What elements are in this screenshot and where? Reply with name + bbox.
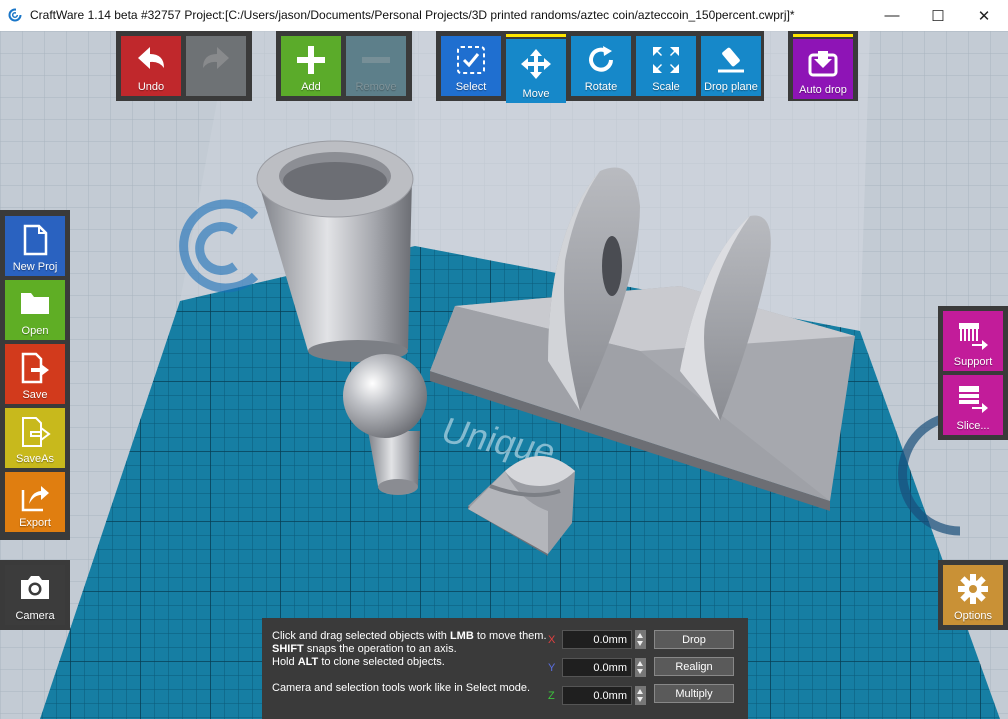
object-toolbar: Add Remove: [276, 31, 412, 101]
drop-plane-icon: [718, 47, 744, 73]
move-tool-panel: Click and drag selected objects with LMB…: [262, 618, 748, 719]
y-spinner[interactable]: [635, 658, 646, 677]
slice-button[interactable]: Slice...: [943, 375, 1003, 435]
open-button[interactable]: Open: [5, 280, 65, 340]
y-offset-field[interactable]: 0.0mm: [562, 658, 632, 677]
select-tool-button[interactable]: Select: [441, 36, 501, 96]
y-axis-label: Y: [548, 662, 556, 674]
rotate-icon: [589, 46, 613, 72]
drop-plane-tool-button[interactable]: Drop plane: [701, 36, 761, 96]
export-icon: [21, 486, 49, 512]
folder-icon: [21, 293, 49, 314]
maximize-icon: ☐: [931, 7, 945, 25]
camera-panel: Camera: [0, 560, 70, 630]
z-spinner[interactable]: [635, 686, 646, 705]
select-icon: [457, 46, 485, 74]
scale-tool-button[interactable]: Scale: [636, 36, 696, 96]
auto-drop-button[interactable]: Auto drop: [793, 39, 853, 99]
auto-drop-indicator: [793, 34, 853, 37]
close-button[interactable]: ✕: [961, 0, 1007, 31]
z-offset-field[interactable]: 0.0mm: [562, 686, 632, 705]
slice-icon: [959, 386, 988, 413]
plus-icon: [297, 46, 325, 74]
new-document-icon: [23, 224, 48, 256]
x-spinner[interactable]: [635, 630, 646, 649]
auto-drop-icon: [808, 51, 838, 77]
z-axis-label: Z: [548, 690, 555, 702]
options-panel: Options: [938, 560, 1008, 630]
process-sidebar: Support Slice...: [938, 306, 1008, 440]
redo-arrow-icon: [203, 47, 229, 69]
hint-line-4: Camera and selection tools work like in …: [272, 682, 531, 694]
maximize-button[interactable]: ☐: [915, 0, 961, 31]
save-document-icon: [21, 352, 49, 384]
undo-arrow-icon: [138, 47, 164, 69]
title-bar: CraftWare 1.14 beta #32757 Project:[C:/U…: [0, 0, 1008, 32]
hint-line-1: Click and drag selected objects with LMB…: [272, 630, 547, 642]
window-title: CraftWare 1.14 beta #32757 Project:[C:/U…: [30, 8, 795, 22]
scale-arrows-icon: [653, 47, 679, 73]
close-icon: ✕: [977, 7, 991, 25]
options-button[interactable]: Options: [943, 565, 1003, 625]
x-axis-label: X: [548, 634, 556, 646]
3d-viewport[interactable]: Unique: [0, 31, 1008, 719]
drop-button[interactable]: Drop: [654, 630, 734, 649]
multiply-button[interactable]: Multiply: [654, 684, 734, 703]
realign-button[interactable]: Realign: [654, 657, 734, 676]
craftware-logo-icon: [8, 8, 22, 22]
export-button[interactable]: Export: [5, 472, 65, 532]
transform-toolbar: Select Move Rotate Scale Drop plane: [436, 31, 764, 103]
redo-button[interactable]: [186, 36, 246, 96]
minimize-button[interactable]: —: [869, 0, 915, 31]
save-button[interactable]: Save: [5, 344, 65, 404]
history-toolbar: Undo: [116, 31, 252, 101]
build-scene: Unique: [0, 31, 1008, 719]
save-as-icon: [22, 417, 51, 447]
minimize-icon: —: [884, 7, 900, 24]
gear-icon: [958, 574, 988, 604]
new-project-button[interactable]: New Proj: [5, 216, 65, 276]
camera-button[interactable]: Camera: [5, 565, 65, 625]
remove-button[interactable]: Remove: [346, 36, 406, 96]
minus-icon: [362, 57, 390, 63]
active-tool-indicator: [506, 34, 566, 37]
camera-icon: [21, 576, 49, 599]
undo-button[interactable]: Undo: [121, 36, 181, 96]
support-icon: [959, 323, 988, 350]
support-button[interactable]: Support: [943, 311, 1003, 371]
auto-drop-toolbar: Auto drop: [788, 31, 858, 101]
hint-line-3: Hold ALT to clone selected objects.: [272, 656, 445, 668]
x-offset-field[interactable]: 0.0mm: [562, 630, 632, 649]
add-button[interactable]: Add: [281, 36, 341, 96]
file-sidebar: New Proj Open Save SaveAs Export: [0, 210, 70, 540]
move-arrows-icon: [521, 49, 551, 79]
move-tool-button[interactable]: Move: [506, 39, 566, 103]
save-as-button[interactable]: SaveAs: [5, 408, 65, 468]
rotate-tool-button[interactable]: Rotate: [571, 36, 631, 96]
hint-line-2: SHIFT snaps the operation to an axis.: [272, 643, 457, 655]
